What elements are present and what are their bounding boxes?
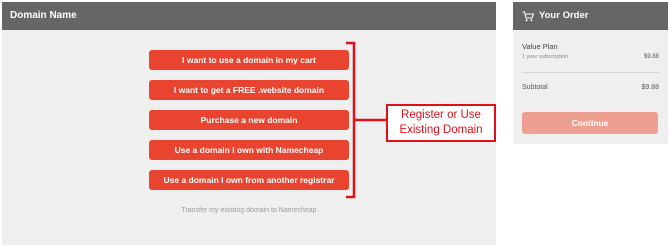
register-or-use-callout: Register or Use Existing Domain — [386, 104, 496, 142]
subtotal-value: $9.88 — [641, 84, 659, 91]
plan-term: 1 year subscription — [522, 54, 569, 60]
order-header: Your Order — [513, 2, 668, 30]
subtotal-label: Subtotal — [522, 84, 548, 91]
plan-price: $9.88 — [643, 54, 659, 60]
divider — [522, 72, 659, 73]
callout-line-1: Register or Use — [401, 109, 481, 121]
your-order-panel: Your Order Value Plan 1 year subscriptio… — [513, 2, 668, 144]
order-title: Your Order — [539, 10, 589, 21]
callout-line-2: Existing Domain — [399, 124, 483, 136]
continue-button[interactable]: Continue — [522, 112, 658, 134]
plan-name: Value Plan — [522, 42, 558, 51]
cart-icon — [522, 10, 534, 21]
bracket-line — [346, 41, 356, 199]
